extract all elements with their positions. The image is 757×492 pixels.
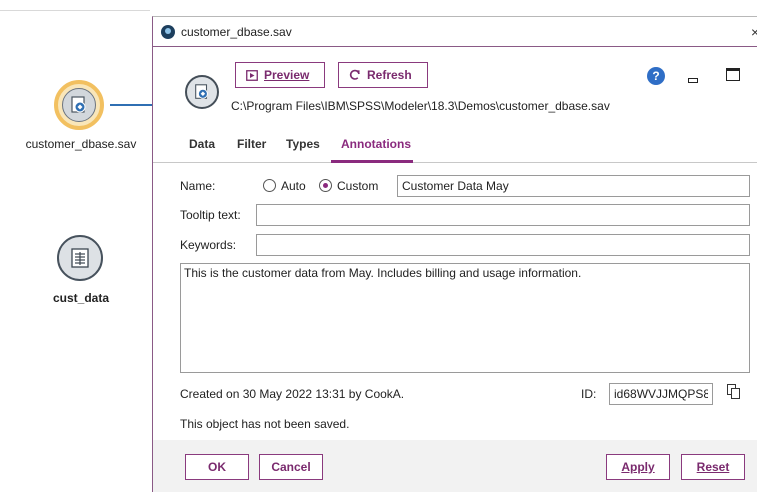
auto-radio-label: Auto <box>281 179 306 193</box>
source-node-icon <box>185 75 219 109</box>
tab-data[interactable]: Data <box>189 137 215 151</box>
refresh-button[interactable]: Refresh <box>338 62 428 88</box>
table-icon <box>71 248 89 268</box>
apply-button[interactable]: Apply <box>606 454 670 480</box>
preview-label: Preview <box>264 68 310 82</box>
maximize-icon[interactable] <box>726 68 740 81</box>
refresh-icon <box>349 69 360 80</box>
canvas-top-divider <box>0 10 150 11</box>
node-label-cust-data: cust_data <box>52 291 110 305</box>
preview-icon <box>246 69 258 81</box>
custom-radio-label: Custom <box>337 179 379 193</box>
sav-file-icon <box>62 88 96 122</box>
help-icon[interactable]: ? <box>647 67 665 85</box>
auto-radio[interactable] <box>263 179 276 192</box>
minimize-icon[interactable] <box>688 78 698 83</box>
id-field[interactable] <box>609 383 713 405</box>
dialog-titlebar[interactable]: customer_dbase.sav × <box>153 17 757 47</box>
close-icon[interactable]: × <box>751 24 757 40</box>
spss-logo-icon <box>161 24 175 39</box>
node-cust-data[interactable] <box>57 235 103 281</box>
keywords-label: Keywords: <box>180 238 237 252</box>
reset-button[interactable]: Reset <box>681 454 745 480</box>
annotation-dialog: customer_dbase.sav × Preview Refresh C:\… <box>152 16 757 492</box>
connection-link <box>110 104 152 106</box>
dialog-footer: OK Cancel Apply Reset <box>153 440 757 492</box>
save-status: This object has not been saved. <box>180 417 350 431</box>
cancel-button[interactable]: Cancel <box>259 454 323 480</box>
keywords-input[interactable] <box>256 234 750 256</box>
dialog-title: customer_dbase.sav <box>181 24 292 39</box>
name-label: Name: <box>180 179 216 193</box>
node-label-customer-dbase: customer_dbase.sav <box>25 137 137 151</box>
tab-bar: Data Filter Types Annotations <box>153 129 757 163</box>
name-input[interactable] <box>397 175 750 197</box>
ok-button[interactable]: OK <box>185 454 249 480</box>
created-info: Created on 30 May 2022 13:31 by CookA. <box>180 387 405 401</box>
tooltip-input[interactable] <box>256 204 750 226</box>
file-path: C:\Program Files\IBM\SPSS\Modeler\18.3\D… <box>231 99 610 113</box>
tooltip-label: Tooltip text: <box>180 208 241 222</box>
annotation-textarea[interactable]: This is the customer data from May. Incl… <box>180 263 750 373</box>
id-label: ID: <box>581 387 597 401</box>
preview-button[interactable]: Preview <box>235 62 325 88</box>
tab-types[interactable]: Types <box>286 137 320 151</box>
tab-filter[interactable]: Filter <box>237 137 266 151</box>
active-tab-indicator <box>331 160 413 163</box>
tab-annotations[interactable]: Annotations <box>341 137 411 151</box>
node-customer-dbase[interactable] <box>54 80 104 130</box>
copy-icon[interactable] <box>727 384 741 400</box>
refresh-label: Refresh <box>367 68 412 82</box>
custom-radio[interactable] <box>319 179 332 192</box>
